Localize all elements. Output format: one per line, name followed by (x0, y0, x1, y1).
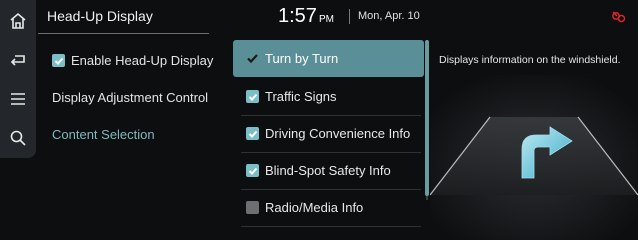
driving-convenience-checkbox[interactable] (246, 127, 259, 140)
content-item-label: Radio/Media Info (265, 200, 364, 215)
menu-button[interactable] (0, 80, 36, 118)
content-item-driving-convenience[interactable]: Driving Convenience Info (233, 115, 424, 152)
clock: 1:57 PM (278, 5, 334, 28)
connection-status-icon (612, 11, 626, 23)
home-icon (10, 12, 26, 29)
title-divider (38, 33, 209, 34)
content-item-traffic-signs[interactable]: Traffic Signs (233, 78, 424, 115)
menu-content-selection[interactable]: Content Selection (52, 127, 155, 142)
check-icon (248, 93, 257, 101)
page-title: Head-Up Display (47, 8, 153, 24)
traffic-signs-checkbox[interactable] (246, 90, 259, 103)
menu-display-adjustment[interactable]: Display Adjustment Control (52, 90, 208, 105)
enable-hud-label: Enable Head-Up Display (71, 53, 214, 68)
menu-icon (11, 93, 25, 105)
back-button[interactable] (0, 41, 36, 79)
check-icon (248, 130, 257, 138)
back-icon (10, 55, 25, 66)
clock-ampm: PM (318, 14, 334, 25)
search-icon (10, 130, 26, 146)
check-icon (248, 167, 257, 175)
content-item-blind-spot[interactable]: Blind-Spot Safety Info (233, 152, 424, 189)
content-item-label: Blind-Spot Safety Info (265, 163, 391, 178)
scrollbar-thumb[interactable] (425, 40, 429, 196)
side-rail (0, 0, 36, 158)
item-description: Displays information on the windshield. (439, 54, 621, 66)
blind-spot-checkbox[interactable] (246, 164, 259, 177)
turn-by-turn-checkbox[interactable] (246, 52, 259, 65)
content-item-label: Turn by Turn (265, 51, 339, 66)
clock-time: 1:57 (278, 5, 317, 27)
home-button[interactable] (0, 2, 36, 40)
hud-preview-image (430, 75, 638, 240)
content-list: Turn by Turn Traffic Signs Driving Conve… (233, 40, 424, 230)
list-divider (241, 226, 421, 227)
search-button[interactable] (0, 119, 36, 157)
content-item-radio-media[interactable]: Radio/Media Info (233, 189, 424, 226)
content-item-label: Traffic Signs (265, 89, 337, 104)
check-icon (54, 57, 63, 65)
content-item-turn-by-turn[interactable]: Turn by Turn (233, 40, 424, 77)
content-item-label: Driving Convenience Info (265, 126, 411, 141)
check-icon (247, 54, 258, 64)
date: Mon, Apr. 10 (358, 10, 420, 22)
enable-hud-toggle[interactable]: Enable Head-Up Display (48, 48, 218, 74)
date-divider (349, 9, 350, 24)
enable-hud-checkbox[interactable] (52, 54, 65, 67)
radio-media-checkbox[interactable] (246, 201, 259, 214)
